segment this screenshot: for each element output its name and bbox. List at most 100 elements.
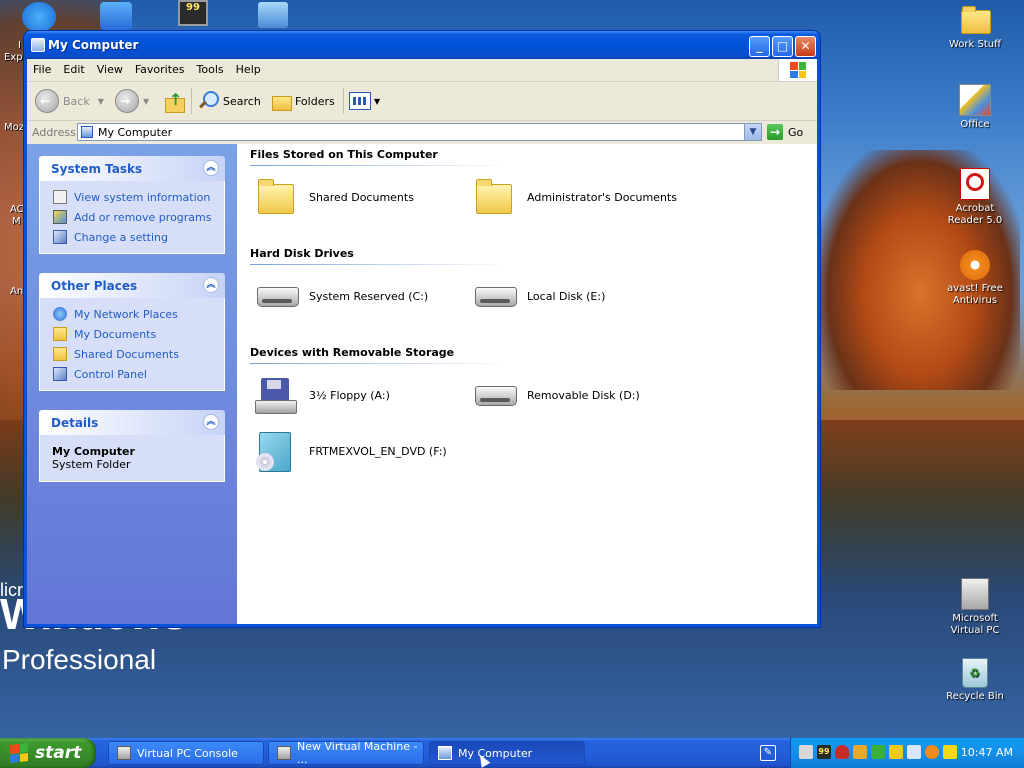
details-header[interactable]: Details ︽ xyxy=(39,410,225,435)
office-icon xyxy=(959,84,991,116)
link-label: My Network Places xyxy=(74,307,178,321)
maximize-button[interactable]: □ xyxy=(772,36,793,57)
folders-label: Folders xyxy=(295,94,335,108)
desktop-icon-recycle-bin[interactable]: ♻ Recycle Bin xyxy=(940,658,1010,703)
search-label: Search xyxy=(223,94,261,108)
views-dropdown-icon: ▼ xyxy=(374,96,381,106)
details-body: My Computer System Folder xyxy=(39,435,225,482)
toolbar: ← Back ▼ → ▼ ↑ Search Folders ▼ xyxy=(27,82,817,121)
back-dropdown-icon: ▼ xyxy=(97,96,104,106)
system-tasks-panel: System Tasks ︽ View system information A… xyxy=(39,156,225,254)
item-dvd-f[interactable]: FRTMEXVOL_EN_DVD (F:) xyxy=(255,430,447,472)
views-icon xyxy=(349,92,371,110)
menu-favorites[interactable]: Favorites xyxy=(129,59,191,81)
my-documents-icon xyxy=(53,327,67,341)
group-title: Hard Disk Drives xyxy=(250,247,354,260)
desktop-icon-avast[interactable]: avast! Free Antivirus xyxy=(940,250,1010,307)
desktop-shortcut-icon[interactable] xyxy=(258,2,288,28)
my-network-places-link[interactable]: My Network Places xyxy=(40,304,224,324)
collapse-chevron-icon[interactable]: ︽ xyxy=(203,414,219,430)
desktop-icon-virtual-pc[interactable]: Microsoft Virtual PC xyxy=(940,578,1010,637)
tray-folder-icon[interactable] xyxy=(889,745,903,759)
other-places-header[interactable]: Other Places ︽ xyxy=(39,273,225,298)
desktop-icon-work-stuff[interactable]: Work Stuff xyxy=(940,4,1010,51)
tray-monitor-icon[interactable]: 99 xyxy=(817,745,831,759)
search-button[interactable]: Search xyxy=(197,88,261,114)
collapse-chevron-icon[interactable]: ︽ xyxy=(203,277,219,293)
minimize-button[interactable]: _ xyxy=(749,36,770,57)
item-shared-documents[interactable]: Shared Documents xyxy=(255,176,414,218)
link-label: Shared Documents xyxy=(74,347,179,361)
menu-file[interactable]: File xyxy=(27,59,57,81)
tray-network-icon[interactable] xyxy=(799,745,813,759)
folder-icon xyxy=(53,347,67,361)
link-label: Control Panel xyxy=(74,367,147,381)
address-dropdown-icon[interactable]: ▼ xyxy=(744,124,761,140)
go-button[interactable]: → Go xyxy=(767,124,803,140)
windows-flag-icon xyxy=(10,743,28,763)
folders-button[interactable]: Folders xyxy=(271,88,335,114)
desktop-icon-label: Office xyxy=(960,119,990,130)
start-button[interactable]: start xyxy=(0,738,96,768)
maximize-glyph: □ xyxy=(776,39,789,53)
item-administrators-documents[interactable]: Administrator's Documents xyxy=(473,176,677,218)
tray-pen-icon[interactable] xyxy=(943,745,957,759)
collapse-chevron-icon[interactable]: ︽ xyxy=(203,160,219,176)
menu-help[interactable]: Help xyxy=(230,59,267,81)
hard-disk-icon xyxy=(255,275,299,317)
tray-app-icon[interactable] xyxy=(853,745,867,759)
item-local-disk-e[interactable]: Local Disk (E:) xyxy=(473,275,605,317)
folder-icon xyxy=(959,4,991,36)
item-label: Removable Disk (D:) xyxy=(527,388,640,402)
desktop-icon-label: Acrobat Reader 5.0 xyxy=(947,203,1003,226)
forward-arrow-icon: → xyxy=(115,89,139,113)
item-floppy-a[interactable]: 3½ Floppy (A:) xyxy=(255,374,390,416)
virtual-pc-icon xyxy=(117,746,131,760)
monitor-icon[interactable]: 99 xyxy=(178,0,208,26)
group-title: Devices with Removable Storage xyxy=(250,346,455,359)
item-system-reserved-c[interactable]: System Reserved (C:) xyxy=(255,275,428,317)
close-button[interactable]: ✕ xyxy=(795,36,816,57)
task-new-virtual-machine[interactable]: New Virtual Machine - ... xyxy=(268,740,424,766)
task-label: Virtual PC Console xyxy=(137,746,238,760)
change-setting-link[interactable]: Change a setting xyxy=(40,227,224,247)
internet-explorer-icon[interactable] xyxy=(22,2,56,32)
task-my-computer[interactable]: My Computer xyxy=(429,741,585,765)
task-virtual-pc-console[interactable]: Virtual PC Console xyxy=(108,741,264,765)
forward-button[interactable]: → ▼ xyxy=(115,88,149,114)
address-label: Address xyxy=(32,126,76,139)
monitor-badge: 99 xyxy=(186,2,200,13)
tray-update-icon[interactable] xyxy=(871,745,885,759)
content-area: System Tasks ︽ View system information A… xyxy=(27,144,817,624)
tray-shield-icon[interactable] xyxy=(835,745,849,759)
item-label: 3½ Floppy (A:) xyxy=(309,388,390,402)
menu-tools[interactable]: Tools xyxy=(191,59,230,81)
desktop-label-ie-1: I xyxy=(18,40,21,51)
up-folder-button[interactable]: ↑ xyxy=(163,88,185,114)
folder-icon xyxy=(473,176,515,218)
views-button[interactable]: ▼ xyxy=(349,88,380,114)
tray-mail-icon[interactable] xyxy=(907,745,921,759)
group-divider xyxy=(250,363,510,364)
view-system-info-link[interactable]: View system information xyxy=(40,187,224,207)
back-arrow-icon: ← xyxy=(35,89,59,113)
my-documents-link[interactable]: My Documents xyxy=(40,324,224,344)
tray-avast-icon[interactable] xyxy=(925,745,939,759)
group-header-hard-disk: Hard Disk Drives xyxy=(250,247,510,265)
system-tasks-header[interactable]: System Tasks ︽ xyxy=(39,156,225,181)
desktop-label-ie-2: Exp xyxy=(4,52,23,63)
add-remove-programs-link[interactable]: Add or remove programs xyxy=(40,207,224,227)
menu-edit[interactable]: Edit xyxy=(57,59,90,81)
link-label: Change a setting xyxy=(74,230,168,244)
desktop-icon-office[interactable]: Office xyxy=(940,84,1010,131)
control-panel-link[interactable]: Control Panel xyxy=(40,364,224,384)
address-field[interactable]: My Computer ▼ xyxy=(77,123,762,141)
shared-documents-link[interactable]: Shared Documents xyxy=(40,344,224,364)
quick-launch-tool-icon[interactable]: ✎ xyxy=(760,745,776,761)
desktop-icon-acrobat[interactable]: Acrobat Reader 5.0 xyxy=(940,168,1010,227)
back-button[interactable]: ← Back ▼ xyxy=(35,88,104,114)
item-removable-disk-d[interactable]: Removable Disk (D:) xyxy=(473,374,640,416)
menu-view[interactable]: View xyxy=(91,59,129,81)
desktop-app-icon[interactable] xyxy=(100,2,132,30)
title-bar[interactable]: My Computer _ □ ✕ xyxy=(24,31,820,59)
